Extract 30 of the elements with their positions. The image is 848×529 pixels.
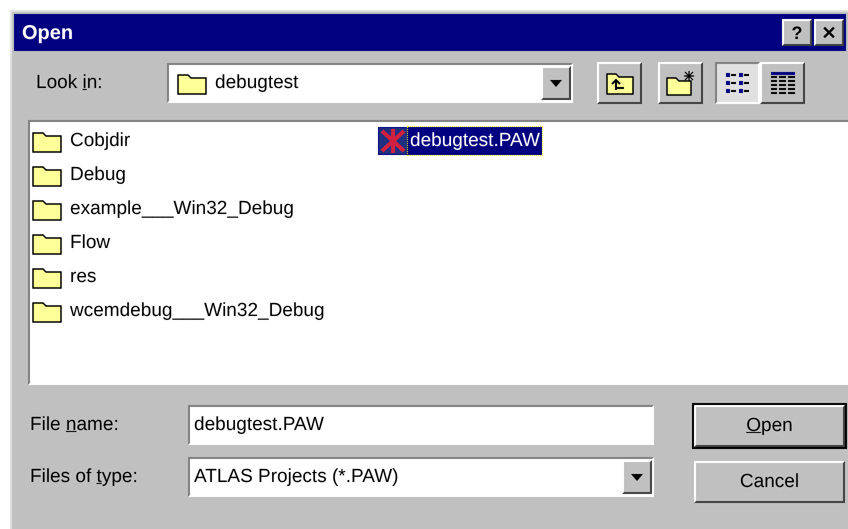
dropdown-button[interactable] bbox=[622, 460, 652, 494]
help-button[interactable]: ? bbox=[782, 19, 812, 46]
folder-name[interactable]: wcemdebug___Win32_Debug bbox=[68, 296, 327, 326]
window-title: Open bbox=[22, 20, 74, 46]
toolbar-button[interactable] bbox=[715, 62, 760, 104]
caret-icon bbox=[631, 474, 643, 480]
list-view-icon bbox=[724, 70, 752, 96]
look-in-label: Look in: bbox=[36, 72, 103, 93]
file-name-field[interactable]: debugtest.PAW bbox=[188, 405, 654, 445]
file-type-value: ATLAS Projects (*.PAW) bbox=[194, 464, 400, 489]
folder-name[interactable]: example___Win32_Debug bbox=[68, 194, 296, 224]
up-folder-icon bbox=[606, 71, 634, 95]
folder-name[interactable]: res bbox=[68, 262, 98, 292]
file-name-label: File name: bbox=[30, 414, 119, 435]
project-file-icon bbox=[378, 127, 408, 155]
folder-name[interactable]: Flow bbox=[68, 228, 112, 258]
close-button[interactable]: ✕ bbox=[814, 19, 844, 46]
caret-icon bbox=[550, 80, 562, 86]
file-name[interactable]: debugtest.PAW bbox=[408, 126, 542, 156]
file-type-dropdown[interactable]: ATLAS Projects (*.PAW) bbox=[188, 457, 654, 497]
folder-name[interactable]: Debug bbox=[68, 160, 128, 190]
look-in-value: debugtest bbox=[215, 70, 300, 95]
new-folder-icon bbox=[666, 70, 696, 96]
details-view-icon bbox=[768, 70, 796, 96]
look-in-dropdown[interactable]: debugtest bbox=[167, 63, 573, 103]
open-button[interactable]: Open bbox=[694, 405, 845, 447]
dropdown-button[interactable] bbox=[541, 66, 571, 100]
folder-name[interactable]: Cobjdir bbox=[68, 126, 132, 156]
cancel-button[interactable]: Cancel bbox=[694, 461, 845, 503]
file-type-label: Files of type: bbox=[30, 466, 138, 487]
